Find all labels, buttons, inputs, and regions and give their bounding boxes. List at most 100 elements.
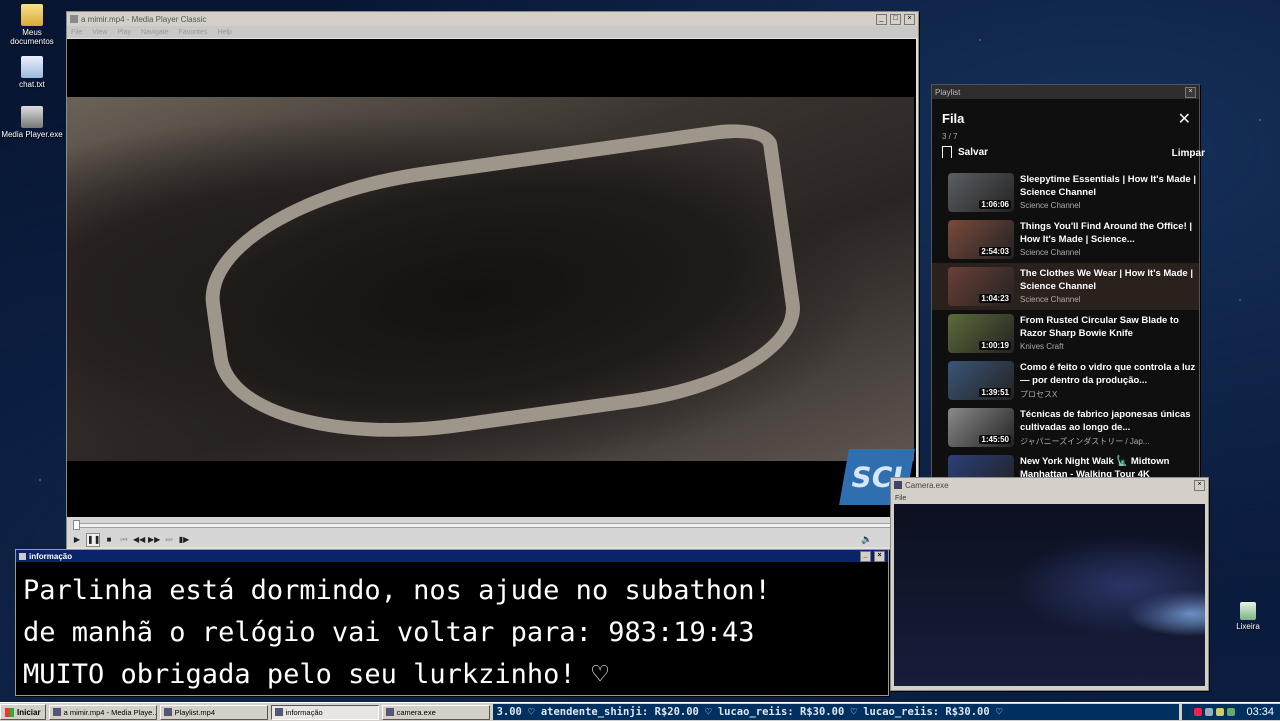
channel-name: Science Channel <box>1020 248 1081 257</box>
camera-titlebar[interactable]: Camera.exe × <box>891 478 1208 492</box>
video-thumbnail: 1:39:51 <box>948 361 1014 400</box>
channel-name: プロセスX <box>1020 390 1058 399</box>
menu-navigate[interactable]: Navigate <box>141 29 169 36</box>
menu-play[interactable]: Play <box>117 29 131 36</box>
playlist-item[interactable]: 1:00:19 From Rusted Circular Saw Blade to… <box>932 310 1199 357</box>
shield-icon <box>1227 708 1236 716</box>
close-button[interactable]: × <box>1185 86 1196 98</box>
task-list: a mimir.mp4 - Media Playe... Playlist.mp4… <box>48 704 490 720</box>
minimize-button[interactable]: _ <box>860 550 871 562</box>
playlist-item[interactable]: 1:06:06 Sleepytime Essentials | How It's … <box>932 169 1199 216</box>
duration-badge: 1:39:51 <box>979 388 1011 397</box>
media-player-icon <box>21 106 43 128</box>
save-label: Salvar <box>958 146 989 158</box>
maximize-button[interactable]: □ <box>890 13 901 25</box>
task-app-icon <box>385 708 394 716</box>
taskbar: Iniciar a mimir.mp4 - Media Playe... Play… <box>0 702 1280 721</box>
queue-position: 3 / 7 <box>942 132 958 141</box>
channel-name: ジャパニーズインダストリー / Jap... <box>1020 437 1150 446</box>
menu-view[interactable]: View <box>92 29 107 36</box>
playback-controls: ▶ ❚❚ ■ ⏮ ◀◀ ▶▶ ⏭ ▮▶ 🔈 <box>67 517 916 547</box>
desktop-icon-recycle-bin[interactable]: Lixeira <box>1216 602 1280 631</box>
previous-icon[interactable]: ⏮ <box>118 534 130 546</box>
taskbar-button[interactable]: Playlist.mp4 <box>159 704 268 720</box>
desktop-icon-media-player[interactable]: Media Player.exe <box>0 106 64 139</box>
clock: 03:34 <box>1246 706 1274 718</box>
donation-ticker: 3.00 ♡ atendente_shinji: R$20.00 ♡ lucao… <box>492 704 1179 720</box>
task-label: a mimir.mp4 - Media Playe... <box>63 707 157 717</box>
video-area[interactable]: SCI <box>67 39 916 517</box>
close-button[interactable]: × <box>874 550 885 562</box>
duration-badge: 1:06:06 <box>979 200 1011 209</box>
desktop-icon-label: Meus documentos <box>10 28 54 46</box>
playlist-item[interactable]: 1:39:51 Como é feito o vidro que controla… <box>932 357 1199 404</box>
menu-file[interactable]: File <box>895 495 906 502</box>
media-player-titlebar[interactable]: a mimir.mp4 - Media Player Classic _ □ × <box>67 12 918 26</box>
volume-icon[interactable]: 🔈 <box>861 534 872 544</box>
folder-icon <box>21 4 43 26</box>
info-window[interactable]: informação _ × Parlinha está dormindo, n… <box>15 549 889 696</box>
media-player-window[interactable]: a mimir.mp4 - Media Player Classic _ □ ×… <box>66 11 919 550</box>
playlist-window[interactable]: Playlist × Fila 3 / 7 ✕ Salvar Limpar 1:… <box>931 84 1205 494</box>
start-button[interactable]: Iniciar <box>0 704 46 720</box>
video-title: From Rusted Circular Saw Blade to Razor … <box>1020 315 1179 339</box>
video-title: Técnicas de fabrico japonesas únicas cul… <box>1020 409 1191 433</box>
volume-tray-icon <box>1216 708 1225 716</box>
info-line: de manhã o relógio vai voltar para: 983:… <box>23 617 755 648</box>
stop-icon[interactable]: ■ <box>103 534 115 546</box>
desktop-icon-chat[interactable]: chat.txt <box>0 56 64 89</box>
bookmark-icon <box>942 146 952 158</box>
camera-feed <box>894 504 1205 686</box>
clear-button[interactable]: Limpar <box>1172 148 1205 159</box>
info-line: Parlinha está dormindo, nos ajude no sub… <box>23 575 771 606</box>
app-icon <box>70 15 78 23</box>
network-icon <box>1205 708 1214 716</box>
menu-help[interactable]: Help <box>217 29 231 36</box>
window-title: Camera.exe <box>905 480 949 490</box>
menu-file[interactable]: File <box>71 29 82 36</box>
menu-bar: File <box>891 492 1208 504</box>
next-icon[interactable]: ⏭ <box>163 534 175 546</box>
playlist-titlebar[interactable]: Playlist × <box>932 85 1199 99</box>
minimize-button[interactable]: _ <box>876 13 887 25</box>
seek-thumb[interactable] <box>73 520 80 530</box>
save-button[interactable]: Salvar <box>942 146 988 158</box>
info-titlebar[interactable]: informação _ × <box>16 550 888 562</box>
seek-bar[interactable] <box>73 523 911 528</box>
taskbar-button[interactable]: camera.exe <box>381 704 490 720</box>
taskbar-button[interactable]: informação <box>270 704 379 720</box>
channel-name: Science Channel <box>1020 201 1081 210</box>
heart-icon <box>1194 708 1203 716</box>
close-button[interactable]: × <box>904 13 915 25</box>
forward-icon[interactable]: ▶▶ <box>148 534 160 546</box>
start-label: Iniciar <box>17 707 41 717</box>
window-title: Playlist <box>935 87 961 97</box>
text-file-icon <box>21 56 43 78</box>
rewind-icon[interactable]: ◀◀ <box>133 534 145 546</box>
task-app-icon <box>163 708 172 716</box>
frame-step-icon[interactable]: ▮▶ <box>178 534 190 546</box>
menu-favorites[interactable]: Favorites <box>179 29 208 36</box>
playlist-item[interactable]: 2:54:03 Things You'll Find Around the Off… <box>932 216 1199 263</box>
pause-icon[interactable]: ❚❚ <box>86 533 100 547</box>
taskbar-button[interactable]: a mimir.mp4 - Media Playe... <box>48 704 157 720</box>
video-title: Como é feito o vidro que controla a luz … <box>1020 362 1196 386</box>
duration-badge: 1:45:50 <box>979 435 1011 444</box>
play-icon[interactable]: ▶ <box>71 534 83 546</box>
recycle-bin-icon <box>1240 602 1256 620</box>
playlist-item[interactable]: 1:04:23 The Clothes We Wear | How It's Ma… <box>932 263 1199 310</box>
queue-header: Fila 3 / 7 ✕ Salvar Limpar <box>932 99 1205 169</box>
channel-name: Knives Craft <box>1020 342 1064 351</box>
task-label: camera.exe <box>396 707 436 717</box>
desktop-icon-label: Media Player.exe <box>1 130 63 139</box>
close-icon[interactable]: ✕ <box>1178 109 1191 129</box>
desktop-icon-documents[interactable]: Meus documentos <box>0 4 64 46</box>
queue-title: Fila <box>942 111 965 126</box>
playlist-item[interactable]: 1:45:50 Técnicas de fabrico japonesas úni… <box>932 404 1199 451</box>
menu-bar: File View Play Navigate Favorites Help <box>67 26 918 38</box>
close-button[interactable]: × <box>1194 479 1205 491</box>
windows-logo-icon <box>5 707 14 717</box>
info-message: Parlinha está dormindo, nos ajude no sub… <box>16 562 888 696</box>
camera-window[interactable]: Camera.exe × File <box>890 477 1209 691</box>
task-app-icon <box>52 708 61 716</box>
